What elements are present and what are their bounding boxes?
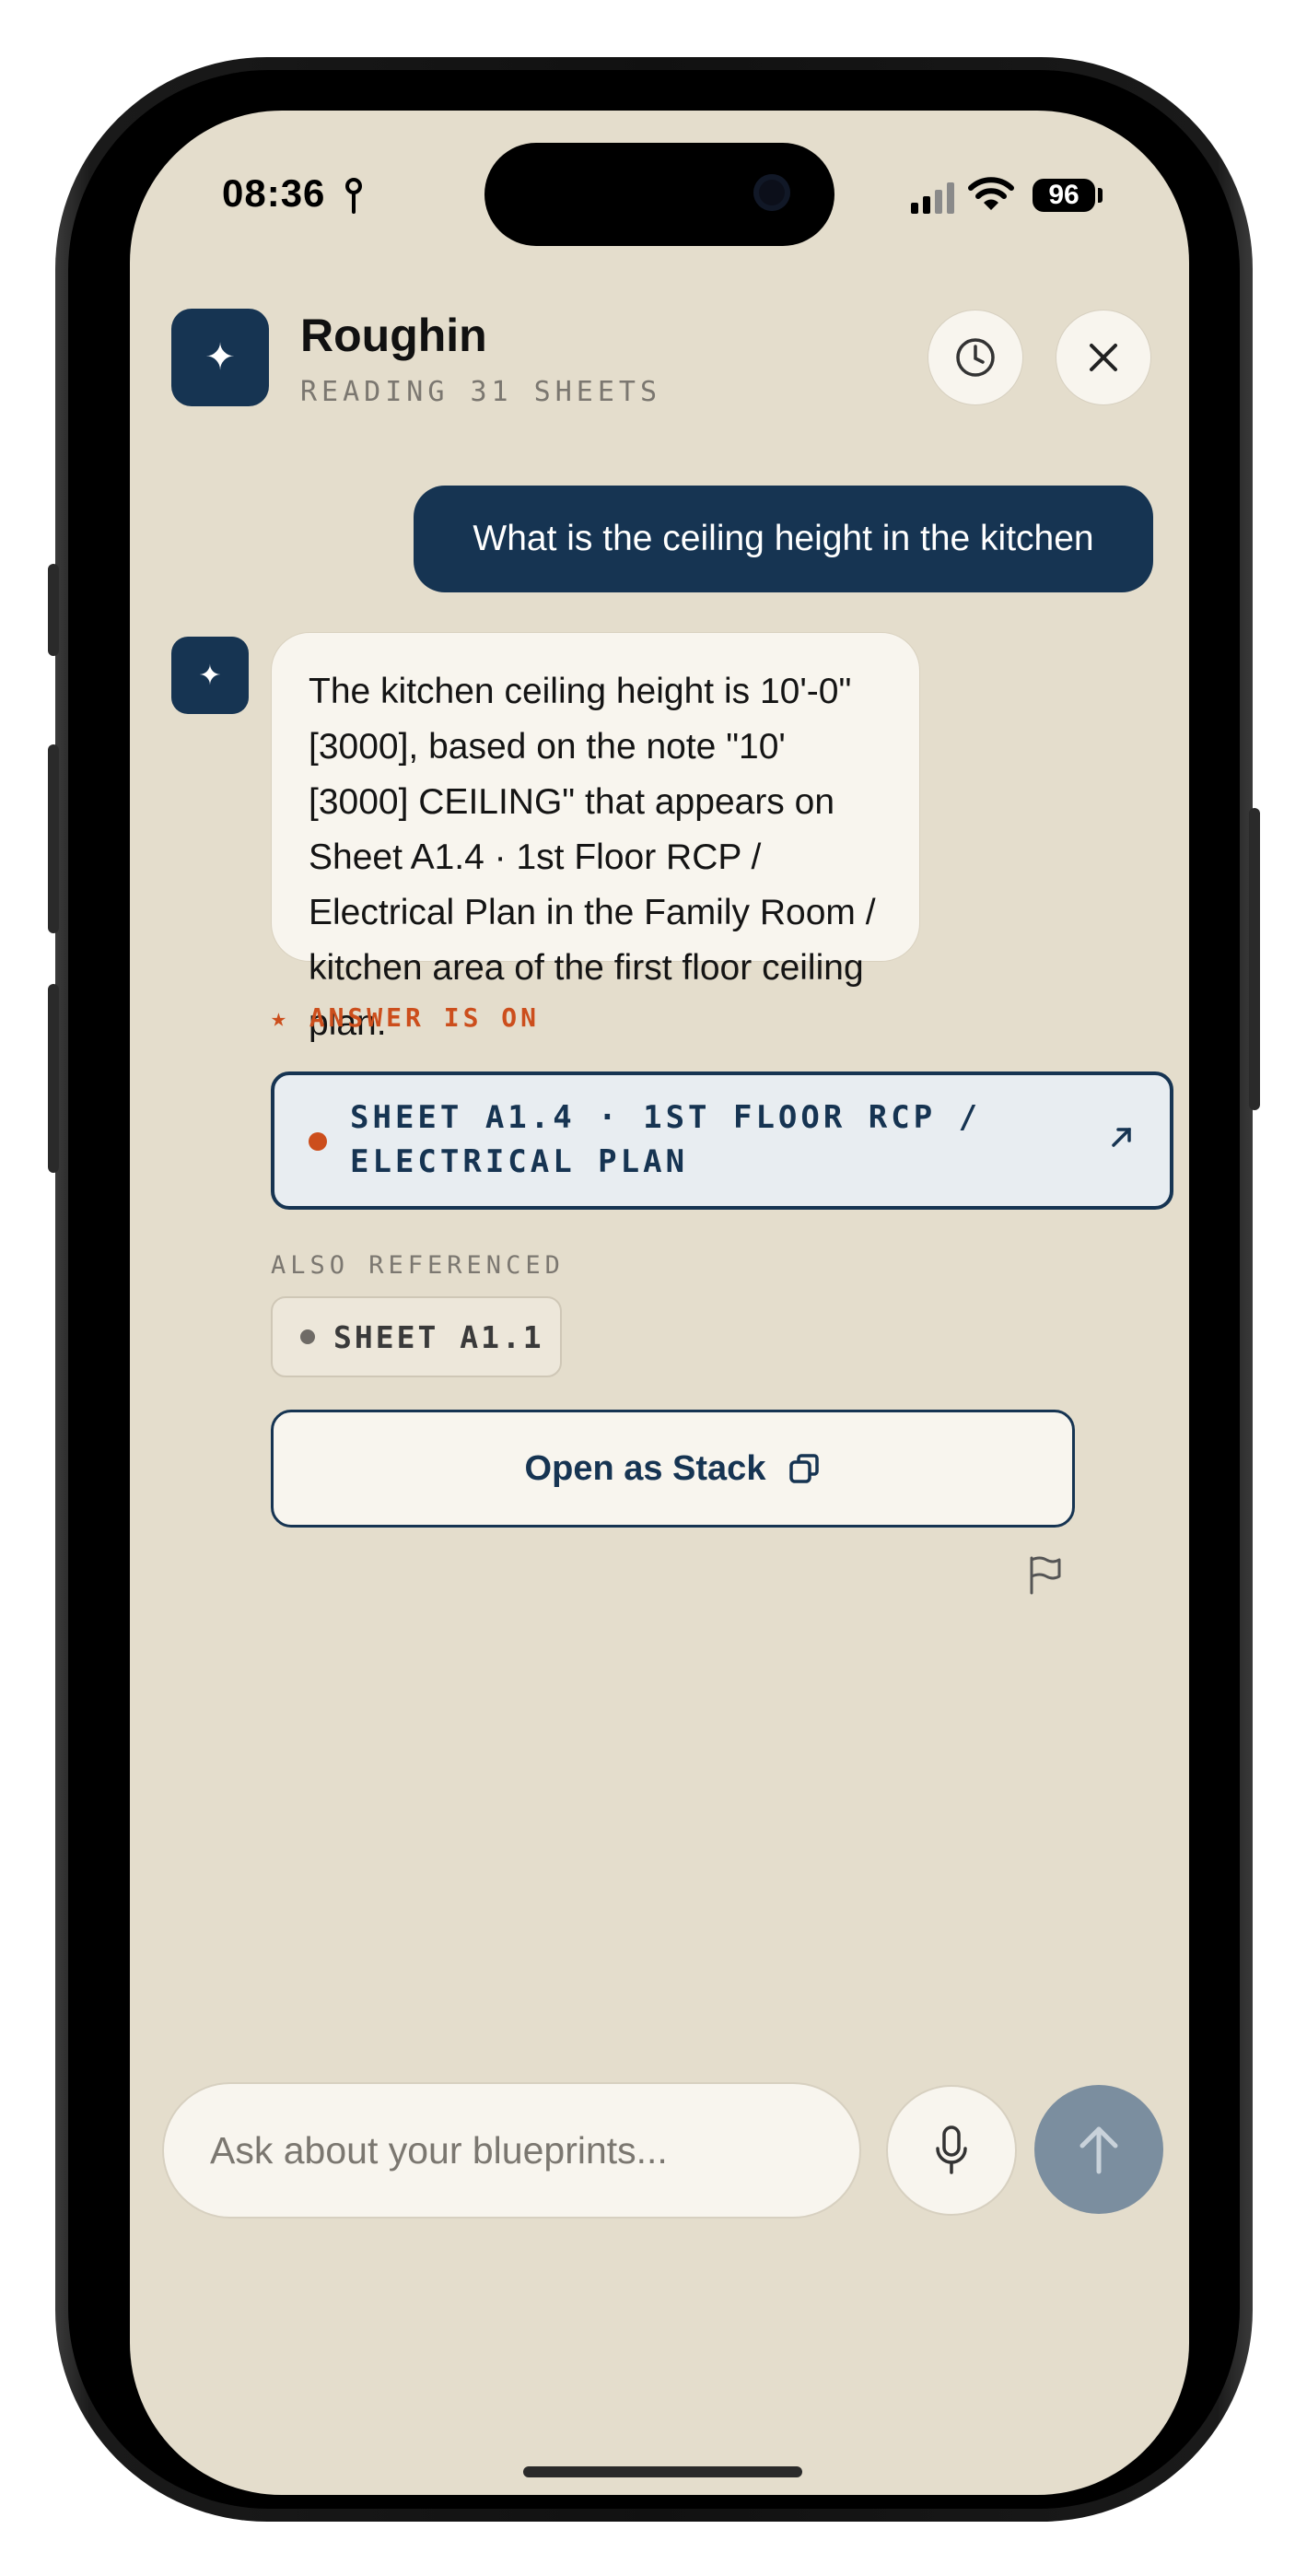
open-as-stack-button[interactable]: Open as Stack (271, 1410, 1075, 1528)
app-title: Roughin (300, 310, 487, 361)
answer-sheet-title: SHEET A1.4 · 1ST FLOOR RCP / ELECTRICAL … (350, 1099, 982, 1180)
volume-up-button (48, 744, 59, 933)
send-button[interactable] (1034, 2085, 1163, 2214)
location-arrow-icon (340, 175, 368, 220)
close-icon (1090, 344, 1117, 371)
chip-dot (300, 1329, 315, 1344)
app-screen: 08:36 96 ✦ Roughin READING 31 SHEETS Wha… (130, 111, 1189, 2495)
sheet-status-dot (309, 1132, 327, 1151)
microphone-icon (936, 2125, 967, 2174)
microphone-button[interactable] (886, 2085, 1017, 2216)
arrow-up-right-icon (1108, 1123, 1136, 1155)
battery-nub (1098, 188, 1103, 203)
history-icon (956, 338, 995, 377)
status-time: 08:36 (222, 171, 326, 215)
sparkle-icon: ✦ (198, 660, 222, 691)
battery-icon: 96 (1033, 179, 1095, 212)
front-camera (753, 174, 790, 211)
sparkle-icon: ✦ (204, 337, 236, 378)
volume-down-button (48, 984, 59, 1173)
history-button[interactable] (928, 310, 1023, 405)
open-as-stack-label: Open as Stack (524, 1448, 766, 1488)
arrow-up-icon (1079, 2126, 1118, 2174)
also-referenced-label: ALSO REFERENCED (271, 1251, 565, 1280)
signal-icon (911, 182, 957, 218)
assistant-avatar: ✦ (171, 637, 249, 714)
assistant-message: The kitchen ceiling height is 10'-0" [30… (271, 632, 920, 1043)
close-button[interactable] (1056, 310, 1151, 405)
user-message: What is the ceiling height in the kitche… (414, 486, 1153, 592)
answer-label: ★ ANSWER IS ON (271, 1002, 541, 1033)
app-logo: ✦ (171, 309, 269, 406)
answer-sheet-card[interactable]: SHEET A1.4 · 1ST FLOOR RCP / ELECTRICAL … (271, 1071, 1173, 1210)
power-button (1249, 808, 1260, 1110)
ask-input[interactable]: Ask about your blueprints... (162, 2082, 861, 2219)
referenced-sheet-chip[interactable]: SHEET A1.1 (271, 1296, 562, 1377)
copy-icon (789, 1454, 820, 1483)
action-button (48, 564, 59, 656)
referenced-sheet-label: SHEET A1.1 (333, 1318, 544, 1355)
home-indicator[interactable] (523, 2466, 802, 2477)
flag-icon (1030, 1556, 1061, 1595)
flag-button[interactable] (1027, 1555, 1064, 1600)
sheets-status: READING 31 SHEETS (300, 376, 662, 408)
wifi-icon (968, 175, 1014, 217)
